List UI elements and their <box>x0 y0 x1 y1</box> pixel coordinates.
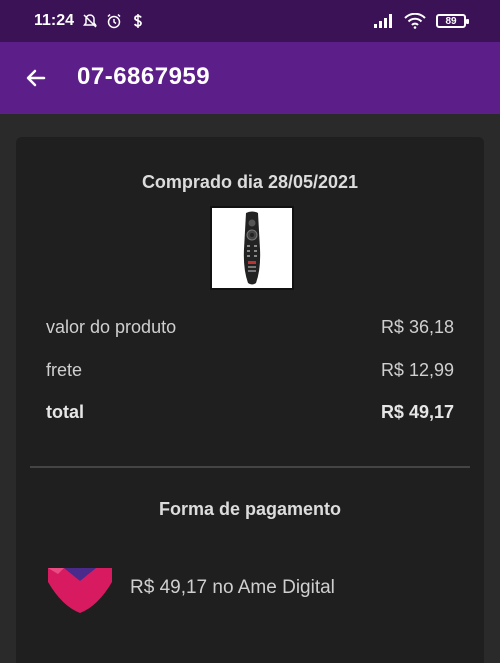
alarm-icon <box>107 13 121 29</box>
product-value-label: valor do produto <box>46 317 177 337</box>
back-button[interactable] <box>22 64 50 92</box>
payment-method-title: Forma de pagamento <box>158 499 342 519</box>
arrow-left-icon <box>26 69 46 87</box>
product-image[interactable] <box>210 206 294 290</box>
shipping-amount: R$ 12,99 <box>380 360 454 380</box>
total-amount: R$ 49,17 <box>380 402 454 422</box>
bell-off-icon <box>83 14 98 28</box>
ame-digital-logo <box>48 568 112 613</box>
battery-level: 89 <box>445 15 457 27</box>
payment-method-text: R$ 49,17 no Ame Digital <box>130 577 335 598</box>
shipping-label: frete <box>46 360 83 380</box>
wifi-icon <box>404 13 426 29</box>
app-bar: 07-6867959 <box>0 42 500 114</box>
purchase-date: Comprado dia 28/05/2021 <box>141 172 359 192</box>
dollar-icon <box>134 14 142 28</box>
shipping-row: frete R$ 12,99 <box>46 360 454 381</box>
status-bar: 11:24 89 <box>0 0 500 42</box>
signal-icon <box>374 14 392 28</box>
tv-remote-image <box>214 209 290 287</box>
payment-method-row: R$ 49,17 no Ame Digital <box>46 562 335 614</box>
battery-icon: 89 <box>436 14 469 28</box>
divider <box>30 466 470 468</box>
status-time: 11:24 <box>34 12 75 29</box>
page-title: 07-6867959 <box>77 63 211 90</box>
total-row: total R$ 49,17 <box>46 402 454 423</box>
order-card: Comprado dia 28/05/2021 valor do produto… <box>16 137 484 663</box>
product-value-amount: R$ 36,18 <box>380 317 454 337</box>
product-value-row: valor do produto R$ 36,18 <box>46 317 454 338</box>
total-label: total <box>46 402 84 422</box>
